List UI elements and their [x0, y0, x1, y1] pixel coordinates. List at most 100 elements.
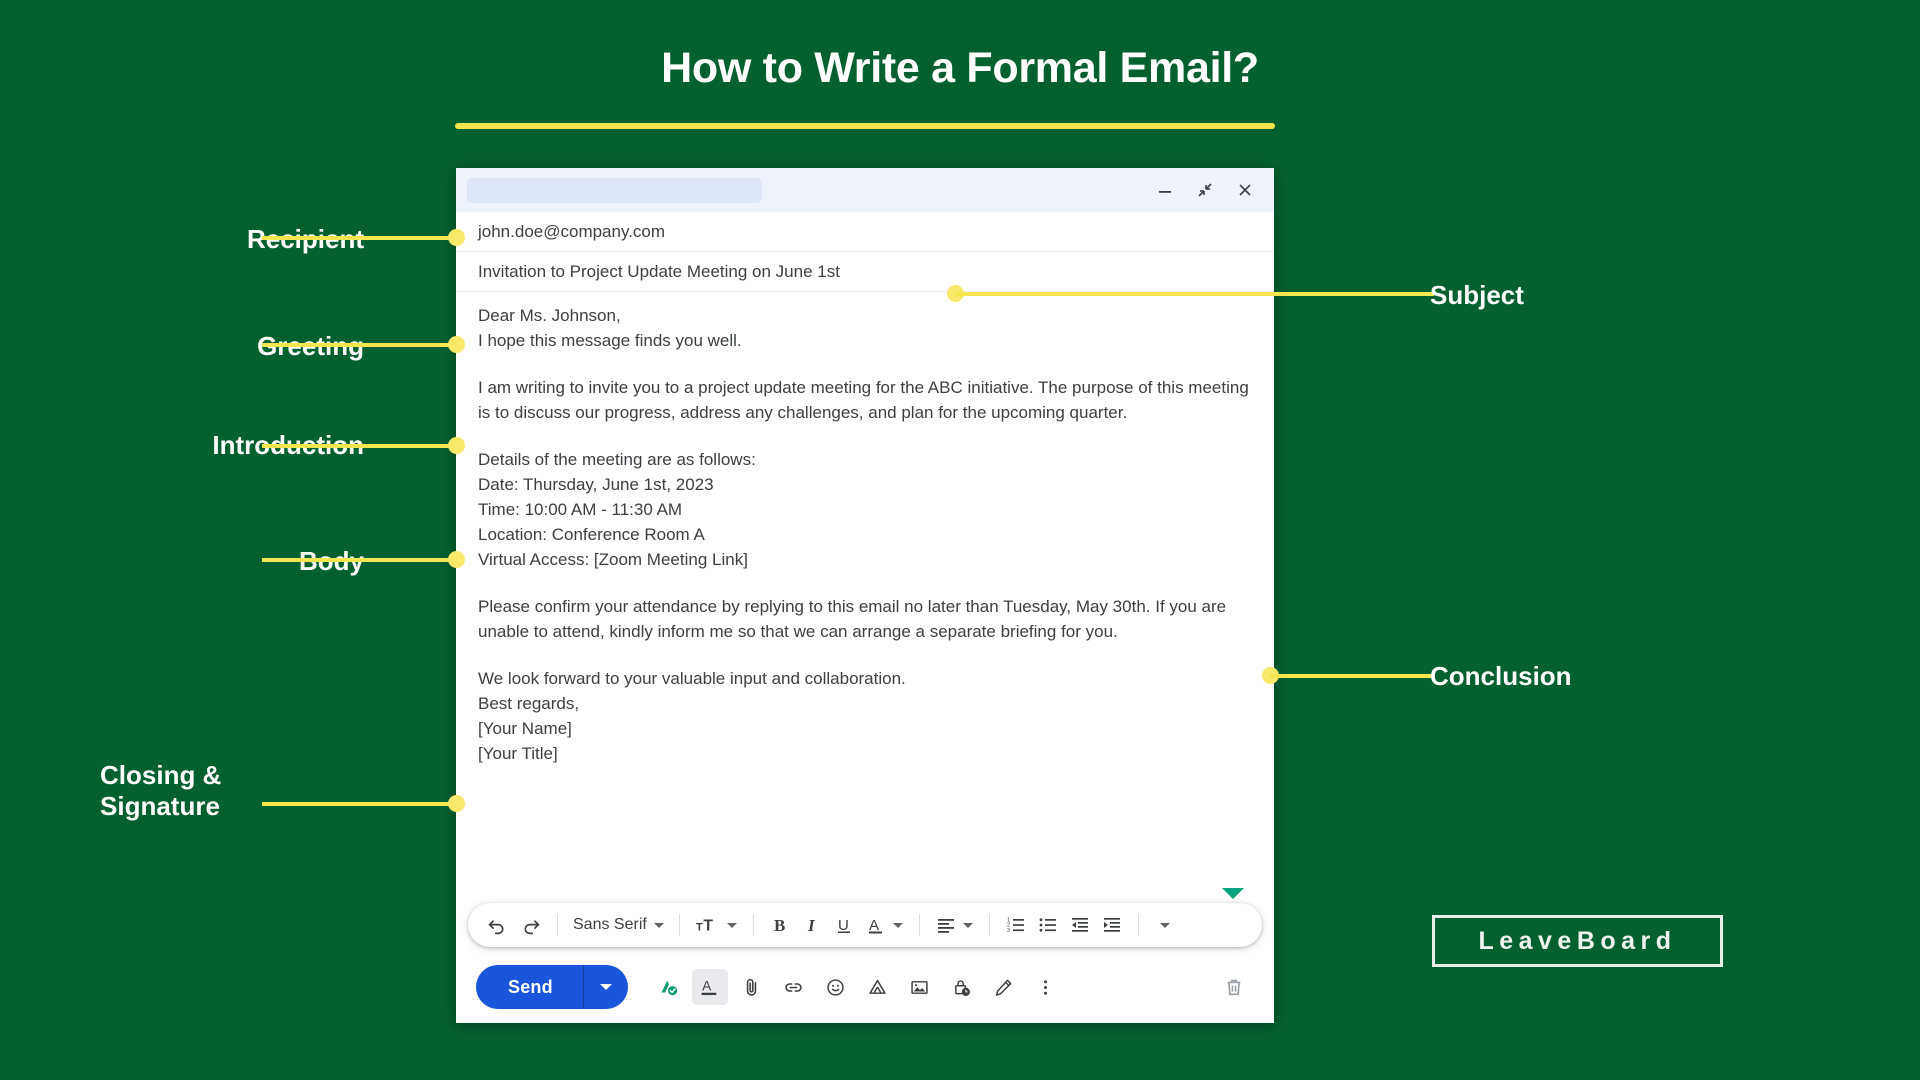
svg-text:3: 3 [1007, 928, 1010, 934]
insert-link-icon[interactable] [776, 969, 812, 1005]
compose-window: john.doe@company.com Invitation to Proje… [456, 168, 1274, 1023]
bold-button[interactable]: B [765, 910, 795, 940]
toolbar-divider [918, 914, 920, 936]
italic-button[interactable]: I [797, 910, 827, 940]
recipient-field[interactable]: john.doe@company.com [456, 212, 1274, 252]
title-underline-rule [455, 123, 1275, 129]
window-controls [1154, 179, 1262, 201]
svg-text:T: T [703, 918, 713, 935]
chevron-down-icon [1159, 922, 1170, 928]
closing-line: We look forward to your valuable input a… [478, 668, 906, 688]
sign-off: Best regards, [478, 693, 580, 713]
annotation-line-closing-signature [262, 802, 456, 806]
chevron-down-icon [599, 984, 612, 990]
svg-text:I: I [807, 916, 816, 935]
annotation-line-body [262, 558, 456, 562]
confidential-mode-icon[interactable] [944, 969, 980, 1005]
subject-value: Invitation to Project Update Meeting on … [478, 262, 840, 281]
svg-text:A: A [702, 978, 712, 993]
bullet-list-icon[interactable] [1033, 910, 1063, 940]
annotation-dot-body [448, 551, 465, 568]
undo-icon[interactable] [482, 910, 513, 940]
annotation-line-recipient [262, 236, 456, 240]
font-size-icon[interactable]: T T [691, 910, 742, 940]
greeting-line-2: I hope this message finds you well. [478, 330, 742, 350]
signature-collapse-caret-icon[interactable] [1222, 888, 1244, 899]
details-intro: Details of the meeting are as follows: [478, 449, 756, 469]
svg-text:A: A [869, 917, 879, 934]
annotation-label-conclusion: Conclusion [1430, 661, 1572, 691]
chevron-down-icon [962, 922, 973, 928]
action-icon-group: A [650, 969, 1064, 1005]
detail-time: Time: 10:00 AM - 11:30 AM [478, 499, 683, 519]
toolbar-divider [988, 914, 990, 936]
detail-virtual-access: Virtual Access: [Zoom Meeting Link] [478, 549, 748, 569]
minimize-icon[interactable] [1154, 179, 1176, 201]
numbered-list-icon[interactable]: 1 2 3 [1001, 910, 1031, 940]
annotation-line-greeting [262, 343, 456, 347]
formatting-toolbar: Sans Serif T T B I U A 1 2 3 [468, 903, 1262, 947]
compose-window-header [456, 168, 1274, 212]
annotation-label-closing-signature: Closing & Signature [100, 760, 222, 821]
align-left-icon[interactable] [931, 910, 978, 940]
message-body[interactable]: Dear Ms. Johnson, I hope this message fi… [456, 292, 1274, 903]
annotation-label-subject: Subject [1430, 280, 1524, 310]
conclusion-paragraph: Please confirm your attendance by replyi… [478, 596, 1227, 641]
delete-draft-icon[interactable] [1216, 969, 1252, 1005]
indent-decrease-icon[interactable] [1065, 910, 1095, 940]
slide-canvas: How to Write a Formal Email? john.doe@co… [0, 0, 1920, 1080]
svg-text:B: B [774, 916, 785, 935]
font-family-select[interactable]: Sans Serif [569, 910, 668, 940]
attach-file-icon[interactable] [734, 969, 770, 1005]
more-formatting-icon[interactable] [1150, 910, 1180, 940]
greeting-paragraph: Dear Ms. Johnson, I hope this message fi… [478, 304, 1252, 354]
closing-paragraph: We look forward to your valuable input a… [478, 667, 1252, 767]
toolbar-divider [678, 914, 680, 936]
signature-title: [Your Title] [478, 743, 558, 763]
underline-button[interactable]: U [829, 910, 859, 940]
indent-increase-icon[interactable] [1097, 910, 1127, 940]
text-color-button[interactable]: A [861, 910, 908, 940]
body-details-paragraph: Details of the meeting are as follows: D… [478, 448, 1252, 573]
annotation-line-introduction [262, 444, 456, 448]
chevron-down-icon [892, 922, 903, 928]
brand-logo-text: LeaveBoard [1478, 926, 1677, 955]
recipient-value: john.doe@company.com [478, 222, 666, 241]
annotation-dot-greeting [448, 336, 465, 353]
annotation-line-subject [955, 292, 1434, 296]
brand-logo: LeaveBoard [1432, 915, 1723, 967]
toolbar-divider [752, 914, 754, 936]
subject-field[interactable]: Invitation to Project Update Meeting on … [456, 252, 1274, 292]
close-icon[interactable] [1234, 179, 1256, 201]
svg-text:T: T [696, 922, 703, 934]
compose-action-bar: Send A [456, 951, 1274, 1023]
send-options-button[interactable] [584, 965, 628, 1009]
chevron-down-icon [653, 922, 664, 928]
exit-fullscreen-icon[interactable] [1194, 179, 1216, 201]
toolbar-divider [557, 914, 558, 936]
insert-emoji-icon[interactable] [818, 969, 854, 1005]
more-options-icon[interactable] [1028, 969, 1064, 1005]
introduction-paragraph: I am writing to invite you to a project … [478, 377, 1249, 422]
insert-signature-icon[interactable] [986, 969, 1022, 1005]
signature-name: [Your Name] [478, 718, 572, 738]
annotation-dot-recipient [448, 229, 465, 246]
svg-text:U: U [838, 917, 849, 934]
annotation-dot-introduction [448, 437, 465, 454]
detail-date: Date: Thursday, June 1st, 2023 [478, 474, 714, 494]
send-button[interactable]: Send [476, 977, 583, 998]
chevron-down-icon [726, 922, 737, 928]
send-button-group[interactable]: Send [476, 965, 628, 1009]
detail-location: Location: Conference Room A [478, 524, 705, 544]
annotation-line-conclusion [1270, 674, 1434, 678]
annotation-dot-closing-signature [448, 795, 465, 812]
formatting-options-icon[interactable]: A [691, 969, 728, 1005]
page-title: How to Write a Formal Email? [661, 44, 1259, 92]
toolbar-divider [1137, 914, 1139, 936]
compose-title-placeholder [467, 178, 762, 203]
insert-drive-icon[interactable] [860, 969, 896, 1005]
font-family-value: Sans Serif [573, 916, 647, 933]
insert-photo-icon[interactable] [902, 969, 938, 1005]
grammar-check-icon[interactable] [650, 969, 686, 1005]
redo-icon[interactable] [515, 910, 546, 940]
